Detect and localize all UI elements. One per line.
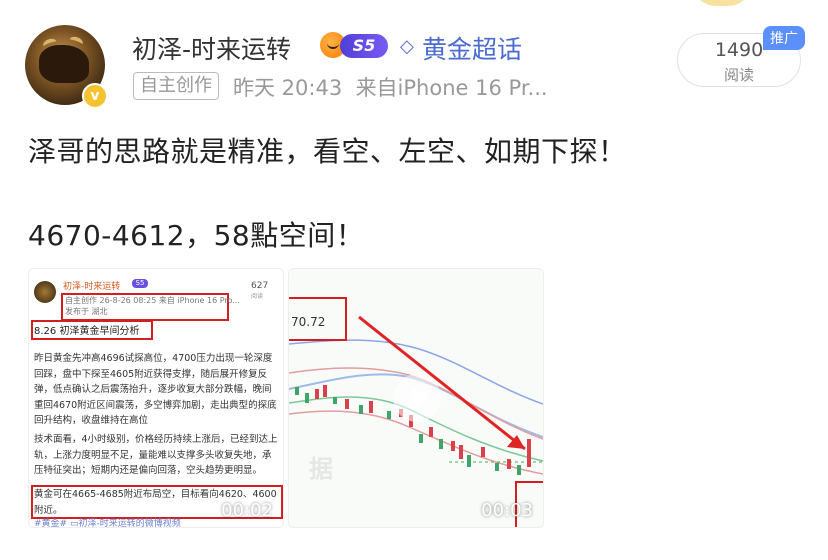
play-icon[interactable] [393, 374, 441, 422]
mini-view-label: 阅读 [251, 293, 264, 300]
verified-icon: v [82, 83, 108, 109]
level-badge[interactable]: S5 [340, 34, 388, 58]
medal-face [327, 41, 339, 49]
author-name[interactable]: 初泽-时来运转 [132, 30, 291, 66]
price-label: 70.72 [291, 315, 326, 329]
mini-meta: 自主创作 26-8-26 08:25 来自 iPhone 16 Pro... [65, 296, 240, 305]
post-time: 昨天 20:43 [233, 76, 343, 100]
mini-paragraph-1: 昨日黄金先冲高4696试探高位，4700压力出现一轮深度回踩，盘中下探至4605… [34, 353, 277, 426]
mini-level-badge: S5 [132, 279, 148, 288]
video-duration-2: 00:03 [481, 500, 533, 521]
post-source[interactable]: 来自iPhone 16 Pr... [356, 76, 548, 100]
mini-title: 8.26 初泽黄金早间分析 [34, 326, 140, 337]
topic-link[interactable]: 黄金超话 [422, 30, 522, 66]
diamond-icon: ◇ [400, 36, 414, 57]
watermark-text: 据 [309, 455, 333, 483]
decoration [692, 0, 752, 6]
self-created-tag: 自主创作 [133, 72, 219, 100]
bull-icon [39, 45, 89, 83]
promote-badge[interactable]: 推广 [763, 26, 805, 50]
video-thumbnail-1[interactable]: 初泽-时来运转 S5 627 阅读 自主创作 26-8-26 08:25 来自 … [28, 268, 284, 528]
post-text-line1: 泽哥的思路就是精准，看空、左空、如期下探！ [28, 135, 627, 168]
mini-location: 发布于 湖北 [65, 307, 108, 316]
post-text-line2: 4670-4612，58點空间！ [28, 219, 365, 252]
view-label: 阅读 [723, 66, 754, 84]
mini-avatar [34, 281, 56, 303]
mini-tags: #黄金# ▭初泽-时来运转的微博视频 [34, 519, 181, 528]
video-duration-1: 00:02 [221, 500, 273, 521]
mini-paragraph-2: 技术面看，4小时级别，价格经历持续上涨后，已经到达上轨，上涨力度明显不足，量能难… [34, 434, 278, 476]
video-thumbnail-2[interactable]: 70.72 据 00:03 [288, 268, 544, 528]
mini-author-name: 初泽-时来运转 [63, 282, 121, 292]
mini-view-count: 627 [251, 281, 269, 291]
post-meta: 昨天 20:43 来自iPhone 16 Pr... [233, 72, 548, 102]
